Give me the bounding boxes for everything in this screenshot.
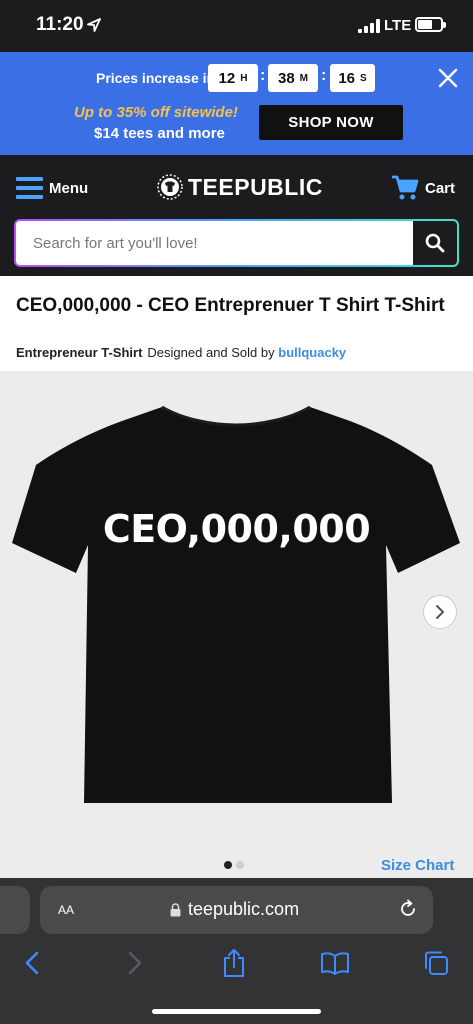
tabs-button[interactable]	[419, 946, 453, 980]
share-button[interactable]	[217, 946, 251, 980]
tshirt-image[interactable]	[12, 403, 460, 809]
search-icon	[425, 233, 445, 253]
location-arrow-icon	[87, 18, 101, 32]
teepublic-logo-icon	[157, 174, 183, 200]
product-title: CEO,000,000 - CEO Entreprenuer T Shirt T…	[16, 295, 445, 316]
shop-now-button[interactable]: SHOP NOW	[259, 105, 403, 140]
reader-options-button[interactable]: AA	[58, 901, 74, 918]
countdown-seconds: 16 S	[330, 64, 375, 92]
shirt-print-text: CEO,000,000	[102, 507, 371, 551]
search-input[interactable]	[16, 221, 413, 265]
cart-label: Cart	[425, 179, 456, 197]
home-indicator	[152, 1009, 321, 1014]
product-subtitle: Entrepreneur T-Shirt Designed and Sold by…	[16, 345, 346, 360]
carousel-indicator	[224, 861, 248, 869]
book-icon	[321, 952, 349, 975]
carousel-dot-active[interactable]	[224, 861, 232, 869]
bookmarks-button[interactable]	[318, 946, 352, 980]
next-image-button[interactable]	[423, 595, 457, 629]
teepublic-logo[interactable]: TEEPUBLIC	[156, 173, 323, 201]
battery-icon	[415, 17, 446, 32]
search-box	[14, 219, 459, 267]
size-chart-link[interactable]: Size Chart	[381, 857, 454, 874]
chevron-right-icon	[436, 605, 444, 619]
cellular-signal-icon	[358, 19, 380, 33]
hamburger-icon	[16, 177, 43, 199]
url-text: teepublic.com	[188, 899, 300, 919]
reload-icon[interactable]	[398, 899, 418, 919]
chevron-left-icon	[25, 951, 39, 975]
cart-icon	[392, 175, 419, 200]
designed-by-text: Designed and Sold by	[147, 345, 275, 360]
promo-price-text: Prices increase in	[96, 70, 216, 86]
product-header: CEO,000,000 - CEO Entreprenuer T Shirt T…	[0, 276, 473, 371]
search-button[interactable]	[413, 221, 457, 265]
product-image-gallery: CEO,000,000 Size Chart	[0, 371, 473, 878]
countdown-minutes: 38 M	[268, 64, 318, 92]
safari-nav-row	[0, 946, 473, 980]
back-button[interactable]	[15, 946, 49, 980]
lock-icon	[170, 903, 181, 917]
forward-button[interactable]	[118, 946, 152, 980]
menu-label: Menu	[49, 179, 89, 197]
close-icon[interactable]	[436, 66, 460, 90]
countdown-hours: 12 H	[208, 64, 258, 92]
address-bar[interactable]: AA teepublic.com	[40, 886, 433, 934]
promo-banner: Prices increase in 12 H : 38 M : 16 S Up to…	[0, 52, 473, 155]
site-header: Menu TEEPUBLIC Cart	[0, 155, 473, 276]
carousel-dot[interactable]	[236, 861, 244, 869]
share-icon	[224, 949, 244, 977]
product-kind: Entrepreneur T-Shirt	[16, 345, 143, 360]
chevron-right-icon	[128, 951, 142, 975]
timer-separator: :	[260, 67, 266, 84]
timer-separator: :	[321, 67, 327, 84]
promo-offer-line1: Up to 35% off sitewide!	[74, 104, 238, 121]
network-type: LTE	[384, 17, 412, 34]
menu-button[interactable]: Menu	[16, 177, 88, 199]
safari-toolbar: AA teepublic.com	[0, 878, 473, 1024]
artist-link[interactable]: bullquacky	[278, 345, 346, 360]
status-time: 11:20	[36, 14, 84, 35]
status-bar: 11:20 LTE	[0, 0, 473, 52]
tabs-icon	[425, 951, 448, 975]
previous-tab-peek[interactable]	[0, 886, 30, 934]
promo-offer-line2: $14 tees and more	[94, 125, 225, 142]
cart-button[interactable]: Cart	[392, 175, 455, 201]
logo-text: TEEPUBLIC	[188, 173, 323, 200]
